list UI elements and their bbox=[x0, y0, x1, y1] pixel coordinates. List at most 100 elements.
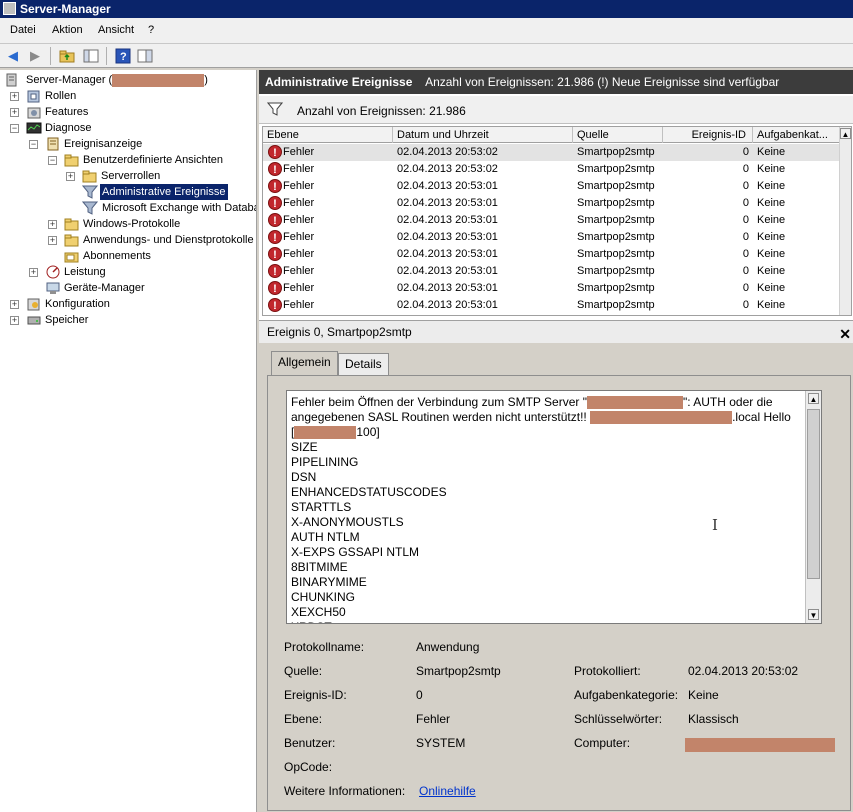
table-cell: 0 bbox=[742, 231, 749, 243]
tree-item-leistung[interactable]: + Leistung bbox=[29, 264, 249, 280]
tree-item-features[interactable]: + Features bbox=[10, 104, 250, 120]
column-header-aufgabenkategorie[interactable]: Aufgabenkat... bbox=[753, 127, 843, 143]
expand-plus-icon[interactable]: + bbox=[48, 236, 57, 245]
menu-aktion[interactable]: Aktion bbox=[52, 24, 83, 36]
properties-icon[interactable] bbox=[136, 47, 154, 65]
error-icon: ! bbox=[268, 162, 282, 176]
tree-item-label: Features bbox=[45, 106, 89, 118]
table-cell: Fehler bbox=[283, 248, 315, 260]
forward-arrow-icon[interactable]: ▶ bbox=[26, 47, 44, 65]
detail-title-bar: Ereignis 0, Smartpop2smtp ✕ bbox=[259, 321, 853, 343]
close-icon[interactable]: ✕ bbox=[839, 323, 851, 345]
onlinehilfe-link[interactable]: Onlinehilfe bbox=[419, 784, 476, 798]
scroll-thumb[interactable] bbox=[807, 409, 820, 579]
column-header-ebene[interactable]: Ebene bbox=[263, 127, 393, 143]
tree-item-label: Microsoft Exchange with Databa bbox=[102, 202, 257, 214]
column-header-quelle[interactable]: Quelle bbox=[573, 127, 663, 143]
tree-item-konfiguration[interactable]: + Konfiguration bbox=[10, 296, 250, 312]
table-cell: Smartpop2smtp bbox=[577, 214, 655, 226]
tree-item-anwendungs-dienstprotokolle[interactable]: + Anwendungs- und Dienstprotokolle bbox=[48, 232, 256, 248]
help-icon[interactable]: ? bbox=[114, 47, 132, 65]
event-message-box[interactable]: Fehler beim Öffnen der Verbindung zum SM… bbox=[286, 390, 822, 624]
expand-plus-icon[interactable]: + bbox=[10, 92, 19, 101]
toolbar: ◀ ▶ ? bbox=[0, 44, 853, 68]
menu-datei[interactable]: Datei bbox=[10, 24, 36, 36]
expand-plus-icon[interactable]: + bbox=[66, 172, 75, 181]
value-schluesselwoerter: Klassisch bbox=[688, 712, 739, 726]
collapse-minus-icon[interactable]: − bbox=[10, 124, 19, 133]
tree-item-geraete-manager[interactable]: Geräte-Manager bbox=[45, 280, 250, 296]
table-row[interactable]: ! Fehler 02.04.2013 20:53:01 Smartpop2smtp 0… bbox=[263, 212, 843, 229]
scroll-up-icon[interactable]: ▲ bbox=[840, 128, 851, 139]
table-cell: Smartpop2smtp bbox=[577, 265, 655, 277]
tree-item-microsoft-exchange[interactable]: Microsoft Exchange with Databa bbox=[81, 200, 257, 216]
error-icon: ! bbox=[268, 179, 282, 193]
tree-item-rollen[interactable]: + Rollen bbox=[10, 88, 250, 104]
table-cell: 02.04.2013 20:53:02 bbox=[397, 146, 498, 158]
table-row[interactable]: ! Fehler 02.04.2013 20:53:01 Smartpop2smtp 0… bbox=[263, 229, 843, 246]
table-cell: Smartpop2smtp bbox=[577, 282, 655, 294]
table-cell: Smartpop2smtp bbox=[577, 197, 655, 209]
table-cell: 02.04.2013 20:53:01 bbox=[397, 214, 498, 226]
tree-item-windows-protokolle[interactable]: + Windows-Protokolle bbox=[48, 216, 253, 232]
menu-help[interactable]: ? bbox=[148, 24, 154, 36]
table-row[interactable]: ! Fehler 02.04.2013 20:53:01 Smartpop2smtp 0… bbox=[263, 246, 843, 263]
tree-item-label: Geräte-Manager bbox=[64, 282, 145, 294]
table-row[interactable]: ! Fehler 02.04.2013 20:53:02 Smartpop2smtp 0… bbox=[263, 161, 843, 178]
table-cell: Fehler bbox=[283, 265, 315, 277]
show-tree-icon[interactable] bbox=[82, 47, 100, 65]
table-row[interactable]: ! Fehler 02.04.2013 20:53:01 Smartpop2smtp 0… bbox=[263, 195, 843, 212]
column-header-ereignis-id[interactable]: Ereignis-ID bbox=[663, 127, 753, 143]
table-cell: Keine bbox=[757, 214, 786, 226]
storage-icon bbox=[26, 313, 42, 327]
table-scrollbar[interactable]: ▲ bbox=[839, 127, 851, 315]
table-cell: Keine bbox=[757, 282, 786, 294]
detail-title: Ereignis 0, Smartpop2smtp bbox=[267, 325, 412, 339]
error-icon: ! bbox=[268, 264, 282, 278]
expand-plus-icon[interactable]: + bbox=[10, 316, 19, 325]
column-header-datum[interactable]: Datum und Uhrzeit bbox=[393, 127, 573, 143]
tree-item-diagnose[interactable]: − Diagnose bbox=[10, 120, 250, 136]
table-row[interactable]: ! Fehler 02.04.2013 20:53:02 Smartpop2smtp 0… bbox=[263, 144, 843, 161]
filter-icon[interactable] bbox=[266, 102, 284, 119]
table-row[interactable]: ! Fehler 02.04.2013 20:53:01 Smartpop2smtp 0… bbox=[263, 280, 843, 297]
menu-ansicht[interactable]: Ansicht bbox=[98, 24, 134, 36]
expand-plus-icon[interactable]: + bbox=[10, 108, 19, 117]
tree-item-administrative-ereignisse[interactable]: Administrative Ereignisse bbox=[81, 183, 254, 201]
tree-item-serverrollen[interactable]: + Serverrollen bbox=[66, 168, 254, 184]
table-cell: Keine bbox=[757, 146, 786, 158]
collapse-minus-icon[interactable]: − bbox=[29, 140, 38, 149]
label-benutzer: Benutzer: bbox=[284, 736, 336, 750]
folder-icon bbox=[64, 233, 80, 247]
collapse-minus-icon[interactable]: − bbox=[48, 156, 57, 165]
table-cell: Keine bbox=[757, 231, 786, 243]
message-line: .local Hello bbox=[732, 410, 791, 424]
expand-plus-icon[interactable]: + bbox=[29, 268, 38, 277]
view-title: Administrative Ereignisse bbox=[265, 75, 413, 89]
back-arrow-icon[interactable]: ◀ bbox=[4, 47, 22, 65]
tab-details[interactable]: Details bbox=[338, 353, 389, 375]
tree-item-abonnements[interactable]: Abonnements bbox=[64, 248, 254, 264]
table-row[interactable]: ! Fehler 02.04.2013 20:53:01 Smartpop2smtp 0… bbox=[263, 297, 843, 314]
scroll-up-icon[interactable]: ▲ bbox=[808, 393, 819, 404]
tree-item-server-manager[interactable]: Server-Manager () bbox=[4, 72, 254, 88]
table-cell: 0 bbox=[742, 248, 749, 260]
tree-item-benutzerdefinierte-ansichten[interactable]: − Benutzerdefinierte Ansichten bbox=[48, 152, 253, 168]
table-cell: Keine bbox=[757, 265, 786, 277]
event-detail-panel: Ereignis 0, Smartpop2smtp ✕ Allgemein De… bbox=[259, 320, 853, 812]
event-count-info: Anzahl von Ereignissen: 21.986 (!) Neue … bbox=[425, 75, 780, 89]
table-cell: Keine bbox=[757, 197, 786, 209]
tree-item-ereignisanzeige[interactable]: − Ereignisanzeige bbox=[29, 136, 249, 152]
expand-plus-icon[interactable]: + bbox=[10, 300, 19, 309]
tree-item-speicher[interactable]: + Speicher bbox=[10, 312, 250, 328]
tab-allgemein[interactable]: Allgemein bbox=[271, 351, 338, 375]
message-line: 8BITMIME bbox=[291, 560, 348, 574]
message-scrollbar[interactable]: ▲ ▼ bbox=[805, 391, 821, 623]
expand-plus-icon[interactable]: + bbox=[48, 220, 57, 229]
up-folder-icon[interactable] bbox=[58, 47, 76, 65]
table-row[interactable]: ! Fehler 02.04.2013 20:53:01 Smartpop2smtp 0… bbox=[263, 178, 843, 195]
scroll-down-icon[interactable]: ▼ bbox=[808, 609, 819, 620]
navigation-tree: Server-Manager () + Rollen + Features − … bbox=[0, 70, 257, 812]
message-line: STARTTLS bbox=[291, 500, 352, 514]
table-row[interactable]: ! Fehler 02.04.2013 20:53:01 Smartpop2smtp 0… bbox=[263, 263, 843, 280]
